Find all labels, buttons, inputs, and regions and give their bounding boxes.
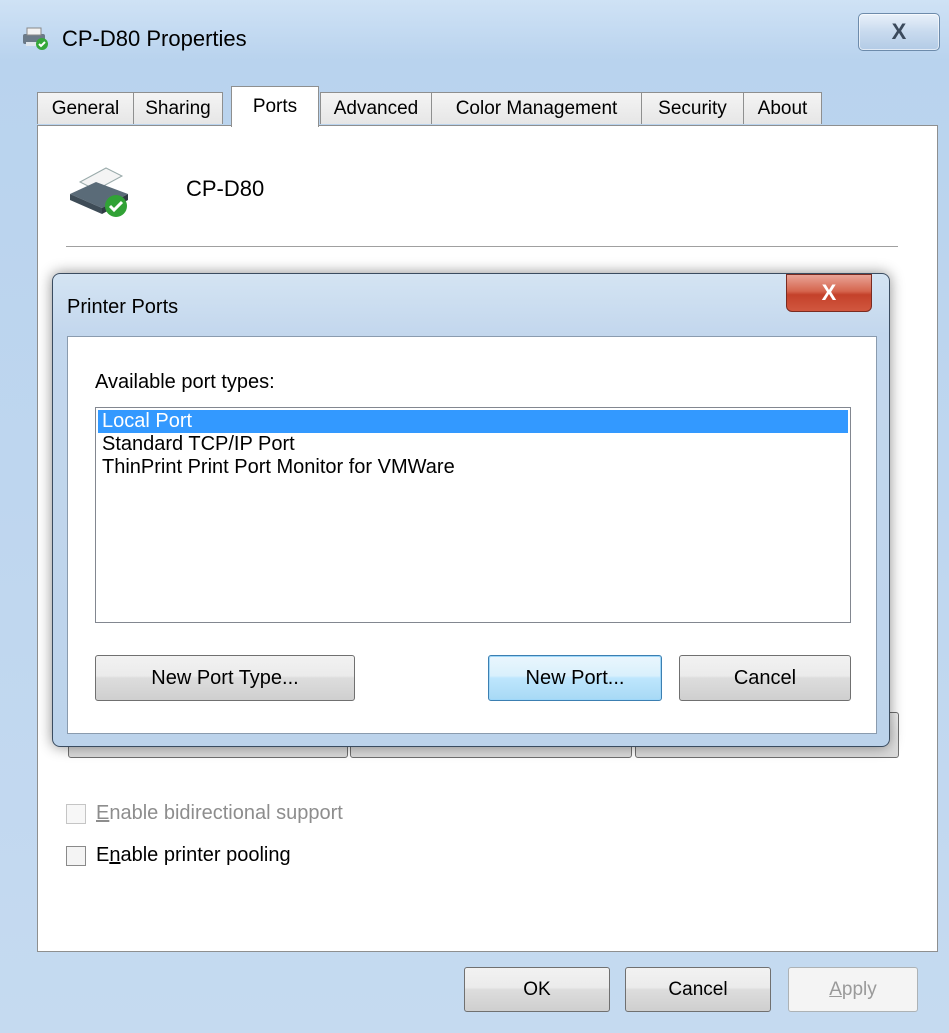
dialog-body: Available port types: Local Port Standar…	[67, 336, 877, 734]
tab-security[interactable]: Security	[641, 92, 744, 124]
dialog-title: Printer Ports	[67, 296, 179, 318]
printer-pooling-checkbox[interactable]	[66, 845, 86, 866]
tab-sharing[interactable]: Sharing	[133, 92, 223, 124]
title-bar[interactable]: CP-D80 Properties X	[0, 0, 949, 80]
ok-button[interactable]: OK	[464, 967, 610, 1012]
tab-about[interactable]: About	[743, 92, 822, 124]
window-title: CP-D80 Properties	[62, 26, 247, 51]
list-item[interactable]: Local Port	[98, 410, 848, 433]
tab-ports[interactable]: Ports	[231, 86, 319, 127]
printer-pooling-checkbox-row: Enable printer pooling	[66, 844, 291, 867]
close-icon: X	[821, 280, 837, 305]
dialog-cancel-button[interactable]: Cancel	[679, 655, 851, 701]
printer-pooling-label: Enable printer pooling	[96, 844, 291, 866]
list-item[interactable]: ThinPrint Print Port Monitor for VMWare	[96, 456, 850, 479]
tab-strip: General Sharing Ports Advanced Color Man…	[37, 86, 937, 127]
window-close-button[interactable]: X	[858, 13, 940, 51]
divider	[66, 246, 898, 247]
cancel-button[interactable]: Cancel	[625, 967, 771, 1012]
tab-color-management[interactable]: Color Management	[431, 92, 642, 124]
available-port-types-label: Available port types:	[95, 371, 275, 393]
apply-button[interactable]: Apply	[788, 967, 918, 1012]
printer-icon	[70, 167, 128, 217]
dialog-close-button[interactable]: X	[786, 274, 872, 312]
port-types-listbox[interactable]: Local Port Standard TCP/IP Port ThinPrin…	[95, 407, 851, 623]
printer-name: CP-D80	[186, 176, 265, 201]
printer-icon	[23, 27, 48, 50]
tab-advanced[interactable]: Advanced	[320, 92, 432, 124]
bidirectional-support-label: Enable bidirectional support	[96, 802, 343, 824]
new-port-type-button[interactable]: New Port Type...	[95, 655, 355, 701]
bidirectional-support-checkbox[interactable]	[66, 803, 86, 824]
bidirectional-support-checkbox-row: Enable bidirectional support	[66, 802, 343, 825]
list-item[interactable]: Standard TCP/IP Port	[96, 433, 850, 456]
tab-general[interactable]: General	[37, 92, 134, 124]
printer-ports-dialog: Printer Ports X Available port types: Lo…	[52, 273, 890, 747]
close-icon: X	[891, 19, 907, 44]
new-port-button[interactable]: New Port...	[488, 655, 662, 701]
